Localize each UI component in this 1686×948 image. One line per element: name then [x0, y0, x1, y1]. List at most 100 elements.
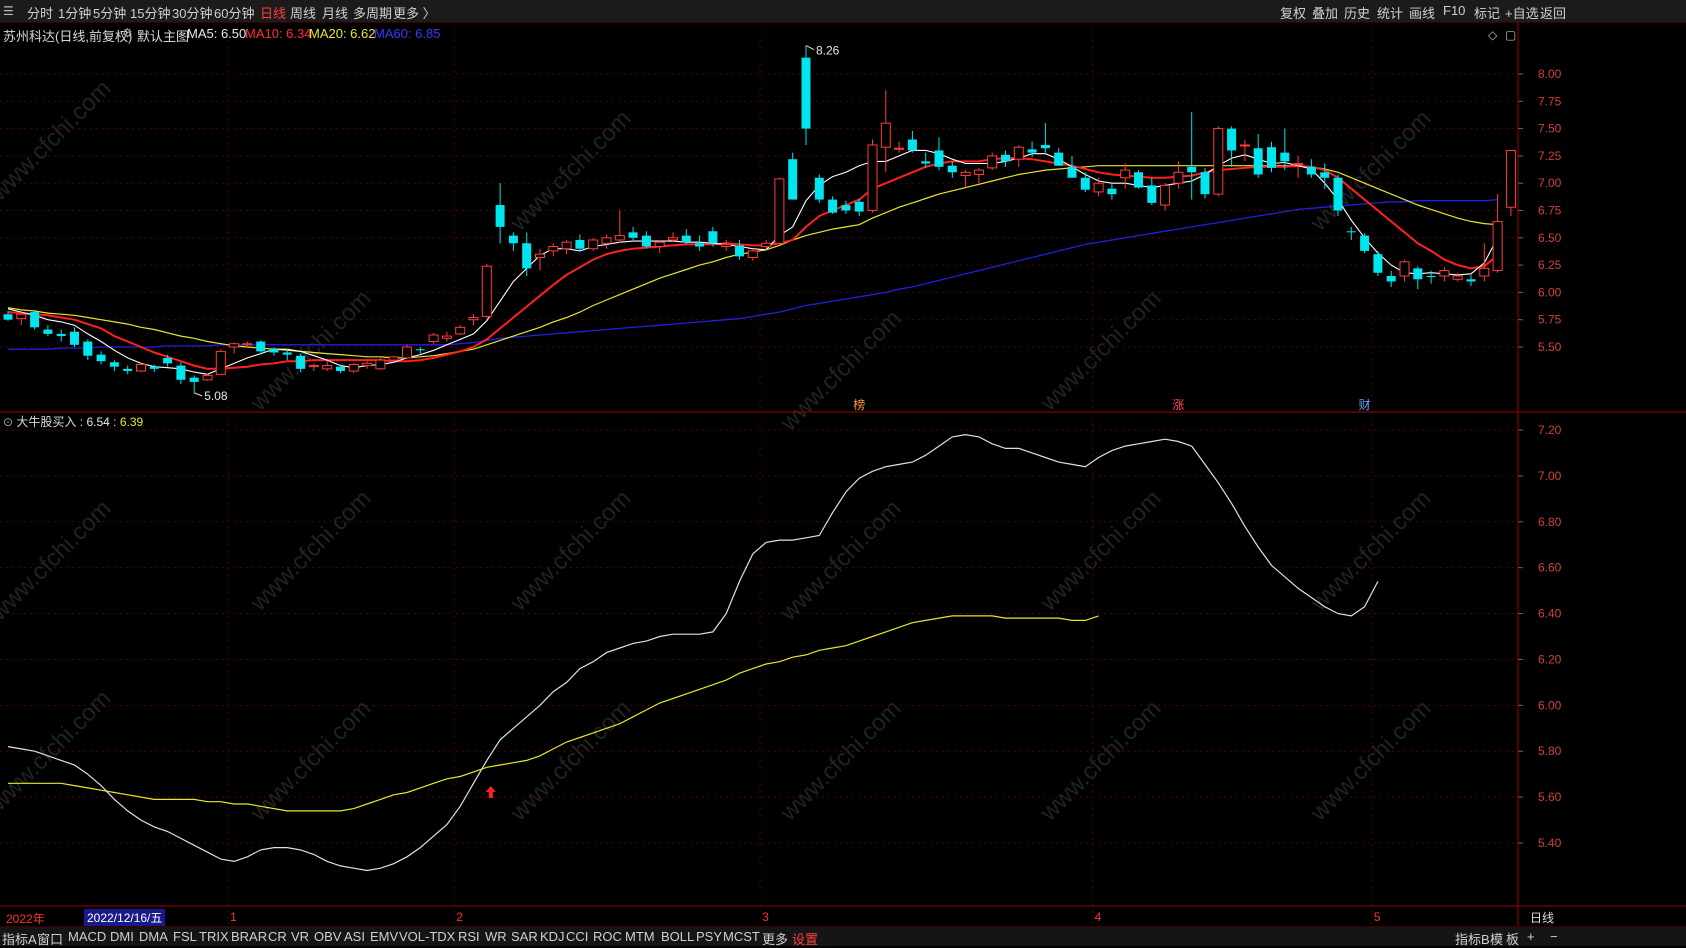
indicator-tab-bar: 指标A 窗口 MACD DMI DMA FSL TRIX BRAR CR VR OBV ASI EMV V…	[0, 926, 1686, 948]
indicator-tab-1[interactable]: 窗口	[37, 929, 63, 948]
indicator-tab-2[interactable]: MACD	[68, 929, 106, 944]
y-tick-label: 7.25	[1538, 149, 1562, 163]
indicator-tab-19[interactable]: ROC	[593, 929, 622, 944]
indicator-tab-22[interactable]: PSY	[696, 929, 722, 944]
candle	[1001, 150, 1010, 167]
indicator-tab-23[interactable]: MCST	[723, 929, 760, 944]
candle	[1213, 126, 1224, 197]
bottom-right-button-0[interactable]: 指标B	[1455, 929, 1490, 948]
indicator-title[interactable]: 大牛股买入	[16, 415, 76, 429]
candle	[495, 183, 505, 244]
candle-body	[921, 161, 931, 164]
indicator-tab-11[interactable]: ASI	[344, 929, 365, 944]
candle	[867, 139, 878, 213]
toolbar-button-3[interactable]: 统计	[1377, 3, 1403, 22]
toolbar-button-5[interactable]: F10	[1443, 3, 1465, 18]
candle-body	[1001, 154, 1010, 162]
bottom-right-button-4[interactable]: −	[1550, 929, 1558, 944]
indicator-value-1: 6.54	[86, 415, 110, 429]
indicator-value-2: 6.39	[119, 415, 144, 429]
y-tick-label: 6.20	[1538, 652, 1562, 666]
bottom-right-button-2[interactable]: 板	[1506, 929, 1519, 948]
y-tick-label: 7.50	[1538, 122, 1562, 136]
indicator-tab-3[interactable]: DMI	[110, 929, 134, 944]
candle-body	[322, 365, 333, 370]
tab-6[interactable]: 日线	[260, 3, 286, 22]
candle	[1080, 172, 1090, 192]
toolbar-button-4[interactable]: 画线	[1409, 3, 1435, 22]
bottom-right-button-1[interactable]: 模	[1490, 929, 1503, 948]
indicator-tab-7[interactable]: BRAR	[231, 929, 267, 944]
menu-icon[interactable]: ☰	[3, 4, 14, 18]
high-label: 8.26	[816, 44, 840, 58]
indicator-tab-5[interactable]: FSL	[173, 929, 197, 944]
indicator-tab-17[interactable]: KDJ	[540, 929, 565, 944]
candle-body	[695, 243, 705, 247]
candle-body	[176, 365, 186, 380]
candle	[362, 361, 373, 369]
tab-5[interactable]: 60分钟	[214, 3, 254, 22]
tab-3[interactable]: 15分钟	[130, 3, 170, 22]
bottom-right-button-3[interactable]: +	[1527, 929, 1535, 944]
tab-1[interactable]: 1分钟	[58, 3, 91, 22]
tab-4[interactable]: 30分钟	[172, 3, 212, 22]
candle-body	[575, 239, 585, 249]
toolbar-button-1[interactable]: 叠加	[1312, 3, 1338, 22]
indicator-tab-21[interactable]: BOLL	[661, 929, 694, 944]
candle	[415, 347, 425, 354]
top-toolbar: ☰ 分时 1分钟 5分钟 15分钟 30分钟 60分钟 日线 周线 月线 多周期 更多 〉 复权 叠加…	[0, 0, 1686, 23]
indicator-tab-16[interactable]: SAR	[511, 929, 538, 944]
tab-8[interactable]: 月线	[322, 3, 348, 22]
candle-body	[56, 333, 66, 337]
tab-9[interactable]: 多周期	[353, 3, 392, 22]
toolbar-button-8[interactable]: 返回	[1540, 3, 1566, 22]
indicator-settings-icon[interactable]: ⊙	[3, 415, 13, 429]
candle-body	[814, 177, 824, 200]
indicator-tab-25[interactable]: 设置	[792, 929, 818, 948]
candle	[1386, 270, 1396, 287]
candle-body	[336, 366, 345, 372]
candle	[56, 329, 66, 342]
y-tick-label: 5.80	[1538, 744, 1562, 758]
candle	[788, 152, 798, 200]
indicator-tab-9[interactable]: VR	[291, 929, 309, 944]
candle-body	[841, 205, 851, 211]
candle-body	[256, 341, 266, 352]
candle-body	[1187, 166, 1197, 173]
tab-10[interactable]: 更多 〉	[393, 3, 436, 22]
buy-arrow-icon	[485, 786, 496, 798]
candle	[1067, 155, 1077, 178]
ma5-line	[7, 149, 1499, 375]
low-label: 5.08	[204, 389, 228, 403]
watermark-text: www.cfchi.com	[1034, 285, 1166, 417]
candle-body	[1492, 220, 1503, 272]
indicator-tab-8[interactable]: CR	[268, 929, 287, 944]
indicator-tab-10[interactable]: OBV	[314, 929, 341, 944]
tab-0[interactable]: 分时	[27, 3, 53, 22]
candle	[1439, 267, 1450, 282]
indicator-tab-14[interactable]: RSI	[458, 929, 480, 944]
indicator-tab-12[interactable]: EMV	[370, 929, 398, 944]
indicator-tab-4[interactable]: DMA	[139, 929, 168, 944]
indicator-tab-24[interactable]: 更多	[762, 929, 788, 948]
candle	[721, 239, 732, 251]
toolbar-button-2[interactable]: 历史	[1344, 3, 1370, 22]
tab-7[interactable]: 周线	[290, 3, 316, 22]
candle	[375, 357, 386, 370]
indicator-tab-15[interactable]: WR	[485, 929, 507, 944]
indicator-tab-20[interactable]: MTM	[625, 929, 655, 944]
indicator-tab-6[interactable]: TRIX	[199, 929, 229, 944]
toolbar-button-7[interactable]: +自选	[1505, 3, 1539, 22]
indicator-tab-0[interactable]: 指标A	[2, 929, 37, 948]
indicator-tab-18[interactable]: CCI	[566, 929, 588, 944]
toolbar-button-0[interactable]: 复权	[1280, 3, 1306, 22]
y-tick-label: 5.40	[1538, 836, 1562, 850]
indicator-tab-13[interactable]: VOL-TDX	[399, 929, 455, 944]
tab-2[interactable]: 5分钟	[93, 3, 126, 22]
y-tick-label: 5.60	[1538, 790, 1562, 804]
candle-body	[561, 241, 572, 250]
chart-canvas[interactable]: www.cfchi.com www.cfchi.com www.cfchi.com w…	[0, 22, 1686, 926]
period-button[interactable]: 日线	[1530, 909, 1554, 926]
candle-body	[747, 250, 758, 258]
toolbar-button-6[interactable]: 标记	[1474, 3, 1500, 22]
